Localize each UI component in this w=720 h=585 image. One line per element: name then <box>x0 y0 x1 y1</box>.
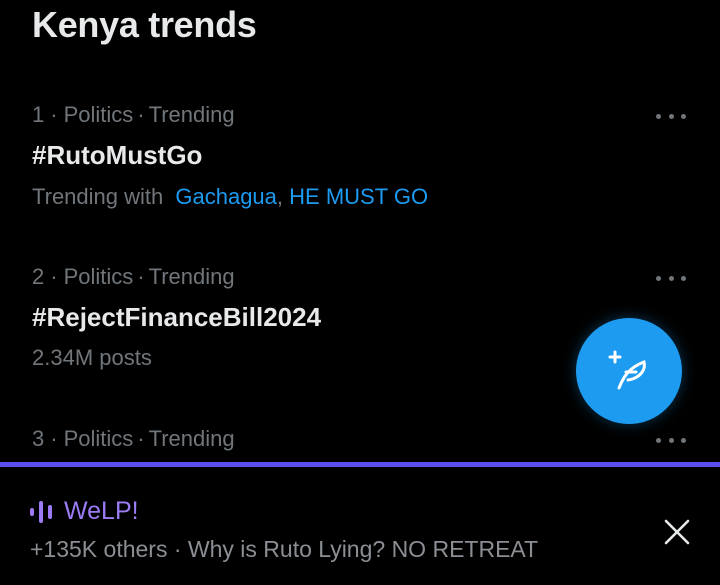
meta-separator: · <box>137 264 145 289</box>
page-title: Kenya trends <box>32 4 257 45</box>
trend-category: Politics <box>63 426 134 451</box>
audio-wave-icon <box>30 500 52 523</box>
trend-category: Politics <box>63 102 134 127</box>
trend-rank: 2 <box>32 264 45 289</box>
close-icon[interactable] <box>662 517 692 547</box>
trend-meta: 3 · Politics · Trending <box>32 426 235 452</box>
trending-with-link-gachagua[interactable]: Gachagua <box>175 184 277 209</box>
trend-meta: 2 · Politics · Trending <box>32 264 235 290</box>
space-title: WeLP! <box>64 497 139 525</box>
trend-status: Trending <box>148 264 235 289</box>
trend-status: Trending <box>148 102 235 127</box>
meta-separator: · <box>137 426 145 451</box>
meta-separator: · <box>50 102 58 127</box>
meta-separator: · <box>50 426 58 451</box>
trending-with-link-he-must-go[interactable]: HE MUST GO <box>289 184 428 209</box>
meta-separator: · <box>50 264 58 289</box>
trend-post-count: 2.34M posts <box>32 345 152 370</box>
space-title-row: WeLP! <box>30 497 139 526</box>
meta-separator: · <box>137 102 145 127</box>
trend-rank: 3 <box>32 426 45 451</box>
trend-name[interactable]: #RutoMustGo <box>32 140 202 171</box>
trending-with: Trending with Gachagua, HE MUST GO <box>32 184 429 209</box>
trend-category: Politics <box>63 264 134 289</box>
trend-name[interactable]: #RejectFinanceBill2024 <box>32 302 321 333</box>
more-dots-icon[interactable] <box>656 111 686 121</box>
trend-rank: 1 <box>32 102 45 127</box>
live-space-bar[interactable]: WeLP! +135K others · Why is Ruto Lying? … <box>0 467 720 585</box>
trend-status: Trending <box>148 426 235 451</box>
trend-meta: 1 · Politics · Trending <box>32 102 235 128</box>
compose-button[interactable] <box>576 318 682 424</box>
space-subtitle: +135K others · Why is Ruto Lying? NO RET… <box>30 536 539 562</box>
compose-feather-icon <box>608 350 646 390</box>
trending-with-label: Trending with <box>32 184 164 209</box>
more-dots-icon[interactable] <box>656 273 686 283</box>
more-dots-icon[interactable] <box>656 435 686 445</box>
